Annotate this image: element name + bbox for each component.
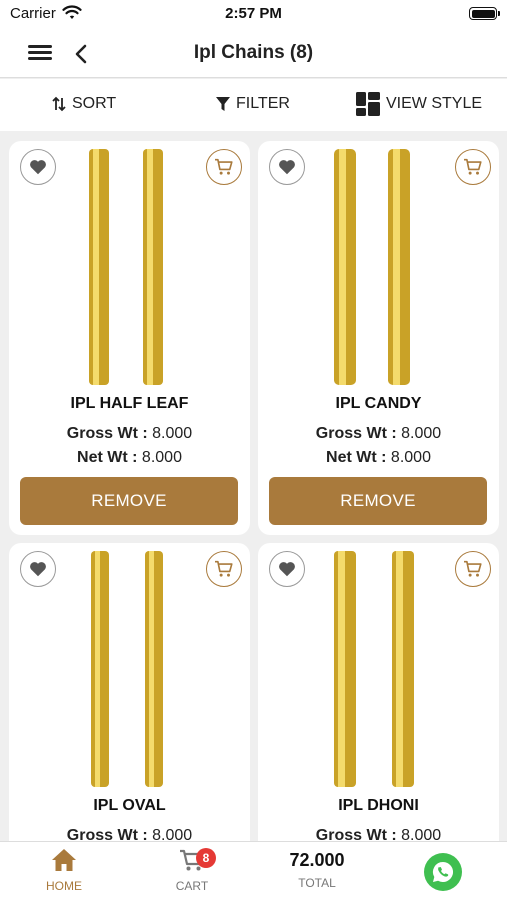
filter-label: FILTER xyxy=(236,95,290,112)
gross-weight-label: Gross Wt : xyxy=(66,425,148,442)
view-style-label: VIEW STYLE xyxy=(386,95,483,112)
favorite-button[interactable] xyxy=(269,551,305,587)
net-weight-label: Net Wt : xyxy=(326,449,387,466)
favorite-button[interactable] xyxy=(20,149,56,185)
net-weight-label: Net Wt : xyxy=(77,449,138,466)
tab-bar: HOME CART 8 72.000 TOTAL xyxy=(0,841,507,900)
tab-total[interactable]: 72.000 TOTAL xyxy=(280,848,354,890)
net-weight-value: 8.000 xyxy=(141,449,182,466)
filter-icon xyxy=(216,97,230,111)
gross-weight: Gross Wt : 8.000 xyxy=(258,425,499,443)
status-time: 2:57 PM xyxy=(225,5,282,22)
gross-weight-label: Gross Wt : xyxy=(315,827,397,841)
battery-icon xyxy=(469,7,500,20)
product-name: IPL OVAL xyxy=(93,797,166,814)
product-image xyxy=(89,149,163,385)
product-image xyxy=(91,551,163,787)
product-name: IPL DHONI xyxy=(338,797,419,814)
total-value: 72.000 xyxy=(289,850,345,870)
product-grid: IPL HALF LEAF Gross Wt : 8.000 Net Wt : … xyxy=(0,131,507,841)
tab-cart-label: CART xyxy=(175,879,209,893)
page-title: Ipl Chains (8) xyxy=(193,42,314,63)
whatsapp-button[interactable] xyxy=(424,853,462,891)
filter-button[interactable]: FILTER xyxy=(216,95,290,113)
cart-icon xyxy=(215,158,233,175)
gross-weight: Gross Wt : 8.000 xyxy=(9,827,250,841)
whatsapp-icon xyxy=(432,861,454,882)
home-icon xyxy=(52,849,76,871)
gross-weight: Gross Wt : 8.000 xyxy=(9,425,250,443)
cart-count-badge: 8 xyxy=(196,848,216,868)
add-to-cart-button[interactable] xyxy=(206,149,242,185)
cart-icon xyxy=(464,158,482,175)
product-image xyxy=(334,551,414,787)
toolbar: SORT FILTER VIEW STYLE xyxy=(0,79,507,131)
status-bar: Carrier 2:57 PM xyxy=(0,0,507,30)
gross-weight-label: Gross Wt : xyxy=(315,425,397,442)
net-weight-value: 8.000 xyxy=(390,449,431,466)
product-card[interactable]: IPL OVAL Gross Wt : 8.000 xyxy=(9,543,250,841)
cart-icon xyxy=(215,560,233,577)
heart-icon xyxy=(279,160,295,175)
product-name: IPL HALF LEAF xyxy=(70,395,189,412)
sort-button[interactable]: SORT xyxy=(52,95,116,113)
product-card[interactable]: IPL DHONI Gross Wt : 8.000 xyxy=(258,543,499,841)
product-card[interactable]: IPL HALF LEAF Gross Wt : 8.000 Net Wt : … xyxy=(9,141,250,535)
tab-home-label: HOME xyxy=(46,879,82,893)
favorite-button[interactable] xyxy=(269,149,305,185)
net-weight: Net Wt : 8.000 xyxy=(9,449,250,467)
remove-button[interactable]: REMOVE xyxy=(20,477,238,525)
gross-weight-value: 8.000 xyxy=(401,827,442,841)
sort-label: SORT xyxy=(72,95,117,112)
favorite-button[interactable] xyxy=(20,551,56,587)
nav-bar: Ipl Chains (8) xyxy=(0,30,507,78)
tab-home[interactable]: HOME xyxy=(40,848,88,893)
heart-icon xyxy=(279,562,295,577)
gross-weight-value: 8.000 xyxy=(152,425,193,442)
add-to-cart-button[interactable] xyxy=(455,149,491,185)
add-to-cart-button[interactable] xyxy=(206,551,242,587)
product-image xyxy=(334,149,410,385)
heart-icon xyxy=(30,160,46,175)
gross-weight-label: Gross Wt : xyxy=(66,827,148,841)
gross-weight-value: 8.000 xyxy=(401,425,442,442)
product-card[interactable]: IPL CANDY Gross Wt : 8.000 Net Wt : 8.00… xyxy=(258,141,499,535)
cart-icon xyxy=(464,560,482,577)
view-style-icon xyxy=(356,92,380,116)
tab-cart[interactable]: CART 8 xyxy=(168,848,216,893)
tab-total-label: TOTAL xyxy=(298,876,336,890)
product-name: IPL CANDY xyxy=(335,395,422,412)
heart-icon xyxy=(30,562,46,577)
gross-weight: Gross Wt : 8.000 xyxy=(258,827,499,841)
sort-icon xyxy=(52,96,66,112)
add-to-cart-button[interactable] xyxy=(455,551,491,587)
view-style-button[interactable]: VIEW STYLE xyxy=(356,92,482,116)
remove-button[interactable]: REMOVE xyxy=(269,477,487,525)
gross-weight-value: 8.000 xyxy=(152,827,193,841)
net-weight: Net Wt : 8.000 xyxy=(258,449,499,467)
